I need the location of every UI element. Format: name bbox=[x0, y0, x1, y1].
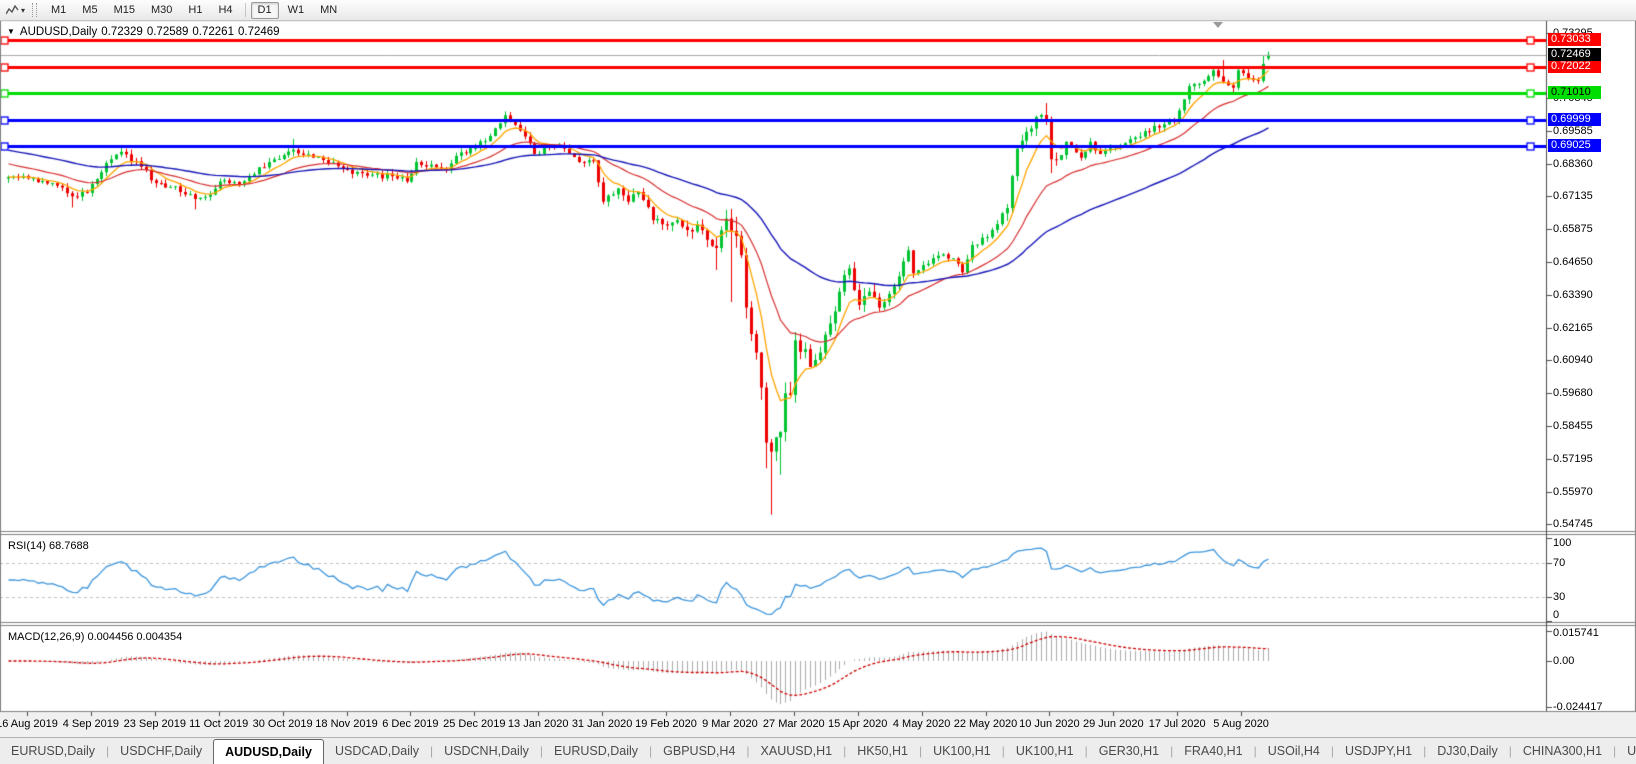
tab-fra40-h1[interactable]: FRA40,H1 bbox=[1173, 738, 1253, 764]
date-axis-label: 5 Aug 2020 bbox=[1213, 718, 1269, 730]
tab-usoil-h4[interactable]: USOil,H4 bbox=[1257, 738, 1331, 764]
price-axis-tick: 0.63390 bbox=[1553, 289, 1593, 302]
chart-shift-marker[interactable] bbox=[1213, 22, 1223, 28]
timeframe-button-m15[interactable]: M15 bbox=[107, 2, 142, 19]
macd-axis-tick: 0.015741 bbox=[1553, 627, 1599, 639]
date-axis-label: 4 May 2020 bbox=[892, 718, 951, 730]
price-axis-tick: 0.60940 bbox=[1553, 354, 1593, 366]
date-axis-label: 11 Oct 2019 bbox=[189, 718, 249, 730]
date-axis-label: 27 Mar 2020 bbox=[762, 718, 825, 730]
price-axis-tick: 0.65875 bbox=[1553, 223, 1593, 236]
date-axis-label: 31 Jan 2020 bbox=[571, 718, 633, 730]
date-axis-label: 17 Jul 2020 bbox=[1148, 718, 1206, 730]
toolbar-separator bbox=[244, 3, 246, 17]
tab-dj30-daily[interactable]: DJ30,Daily bbox=[1426, 738, 1508, 764]
hline-price-badge: 0.69025 bbox=[1548, 138, 1601, 152]
date-axis-label: 25 Dec 2019 bbox=[443, 718, 506, 730]
tab-hk50-h1[interactable]: HK50,H1 bbox=[846, 738, 919, 764]
hline-price-badge: 0.71010 bbox=[1548, 86, 1601, 100]
tab-ger30-h1[interactable]: GER30,H1 bbox=[1088, 738, 1170, 764]
timeframe-toolbar: ▾ M1 M5 M15 M30 H1 H4 D1 W1 MN bbox=[0, 0, 1636, 21]
price-axis-tick: 0.57195 bbox=[1553, 453, 1593, 466]
date-axis-label: 6 Dec 2019 bbox=[382, 718, 439, 730]
chart-title: ▼ AUDUSD,Daily 0.72329 0.72589 0.72261 0.7246… bbox=[7, 26, 284, 38]
macd-axis-tick: -0.024417 bbox=[1553, 701, 1603, 713]
tab-usoil-h1[interactable]: USOil,H1 bbox=[1616, 738, 1636, 764]
macd-indicator-label: MACD(12,26,9) 0.004456 0.004354 bbox=[8, 631, 183, 643]
date-axis-label: 15 Apr 2020 bbox=[828, 718, 888, 730]
tab-usdcnh-daily[interactable]: USDCNH,Daily bbox=[433, 738, 540, 764]
rsi-axis-tick: 70 bbox=[1553, 557, 1566, 569]
tab-usdchf-daily[interactable]: USDCHF,Daily bbox=[109, 738, 213, 764]
date-axis-label: 10 Jun 2020 bbox=[1019, 718, 1080, 730]
tab-uk100-h1[interactable]: UK100,H1 bbox=[1005, 738, 1085, 764]
date-axis-label: 19 Feb 2020 bbox=[635, 718, 697, 730]
tab-audusd-daily[interactable]: AUDUSD,Daily bbox=[213, 739, 324, 764]
price-axis-tick: 0.55970 bbox=[1553, 485, 1593, 498]
date-axis-label: 13 Jan 2020 bbox=[507, 718, 569, 730]
tab-eurusd-daily[interactable]: EURUSD,Daily bbox=[0, 738, 106, 764]
date-axis-label: 9 Mar 2020 bbox=[702, 718, 758, 730]
timeframe-button-mn[interactable]: MN bbox=[313, 2, 344, 19]
price-axis-tick: 0.69585 bbox=[1553, 125, 1593, 138]
symbol-tab-bar: EURUSD,Daily | USDCHF,Daily AUDUSD,Daily USD… bbox=[0, 737, 1636, 764]
current-price-badge: 0.72469 bbox=[1548, 47, 1601, 61]
timeframe-button-d1[interactable]: D1 bbox=[250, 1, 279, 19]
timeframe-button-h4[interactable]: H4 bbox=[211, 2, 239, 19]
rsi-axis-tick: 0 bbox=[1553, 609, 1560, 621]
price-axis-tick: 0.62165 bbox=[1553, 321, 1593, 334]
price-axis-tick: 0.59680 bbox=[1553, 387, 1593, 400]
price-chart-canvas[interactable] bbox=[0, 0, 1636, 763]
collapse-triangle-icon[interactable]: ▼ bbox=[7, 27, 15, 36]
rsi-axis-tick: 100 bbox=[1553, 537, 1572, 549]
ohlc-close: 0.72469 bbox=[237, 26, 280, 38]
date-axis-label: 22 May 2020 bbox=[953, 718, 1018, 730]
price-axis-tick: 0.54745 bbox=[1553, 518, 1593, 531]
date-axis-label: 29 Jun 2020 bbox=[1083, 718, 1144, 730]
tab-uk100-h1[interactable]: UK100,H1 bbox=[922, 738, 1002, 764]
tab-china300-h1[interactable]: CHINA300,H1 bbox=[1512, 738, 1613, 764]
date-axis-label: 16 Aug 2019 bbox=[0, 718, 58, 730]
chart-symbol: AUDUSD,Daily bbox=[19, 26, 98, 38]
timeframe-button-m5[interactable]: M5 bbox=[75, 2, 104, 19]
hline-price-badge: 0.73033 bbox=[1548, 32, 1601, 46]
toolbar-grip bbox=[32, 3, 38, 17]
ohlc-low: 0.72261 bbox=[192, 26, 234, 38]
price-axis-tick: 0.67135 bbox=[1553, 189, 1593, 202]
macd-axis-tick: 0.00 bbox=[1553, 655, 1575, 667]
timeframe-button-m30[interactable]: M30 bbox=[144, 2, 179, 19]
date-axis-label: 4 Sep 2019 bbox=[62, 718, 120, 730]
price-axis-tick: 0.64650 bbox=[1553, 255, 1593, 268]
timeframe-button-h1[interactable]: H1 bbox=[181, 2, 209, 19]
hline-price-badge: 0.72022 bbox=[1548, 59, 1601, 73]
timeframe-button-w1[interactable]: W1 bbox=[281, 2, 312, 19]
chevron-down-icon[interactable]: ▾ bbox=[21, 6, 25, 15]
timeframe-button-m1[interactable]: M1 bbox=[44, 2, 73, 19]
ohlc-open: 0.72329 bbox=[101, 26, 143, 38]
tab-usdjpy-h1[interactable]: USDJPY,H1 bbox=[1334, 738, 1423, 764]
price-axis-tick: 0.68360 bbox=[1553, 157, 1593, 170]
date-axis-label: 30 Oct 2019 bbox=[252, 718, 313, 730]
tab-gbpusd-h4[interactable]: GBPUSD,H4 bbox=[652, 738, 746, 764]
charts-toolbar-icon[interactable] bbox=[4, 3, 20, 17]
tab-xauusd-h1[interactable]: XAUUSD,H1 bbox=[750, 738, 844, 764]
price-axis-tick: 0.58455 bbox=[1553, 419, 1593, 432]
rsi-axis-tick: 30 bbox=[1553, 591, 1566, 603]
tab-eurusd-daily[interactable]: EURUSD,Daily bbox=[543, 738, 649, 764]
rsi-indicator-label: RSI(14) 68.7688 bbox=[8, 540, 89, 552]
tab-usdcad-daily[interactable]: USDCAD,Daily bbox=[324, 738, 430, 764]
date-axis-label: 23 Sep 2019 bbox=[123, 718, 186, 730]
date-axis-label: 18 Nov 2019 bbox=[315, 718, 378, 730]
ohlc-high: 0.72589 bbox=[146, 26, 189, 38]
hline-price-badge: 0.69999 bbox=[1548, 113, 1601, 127]
